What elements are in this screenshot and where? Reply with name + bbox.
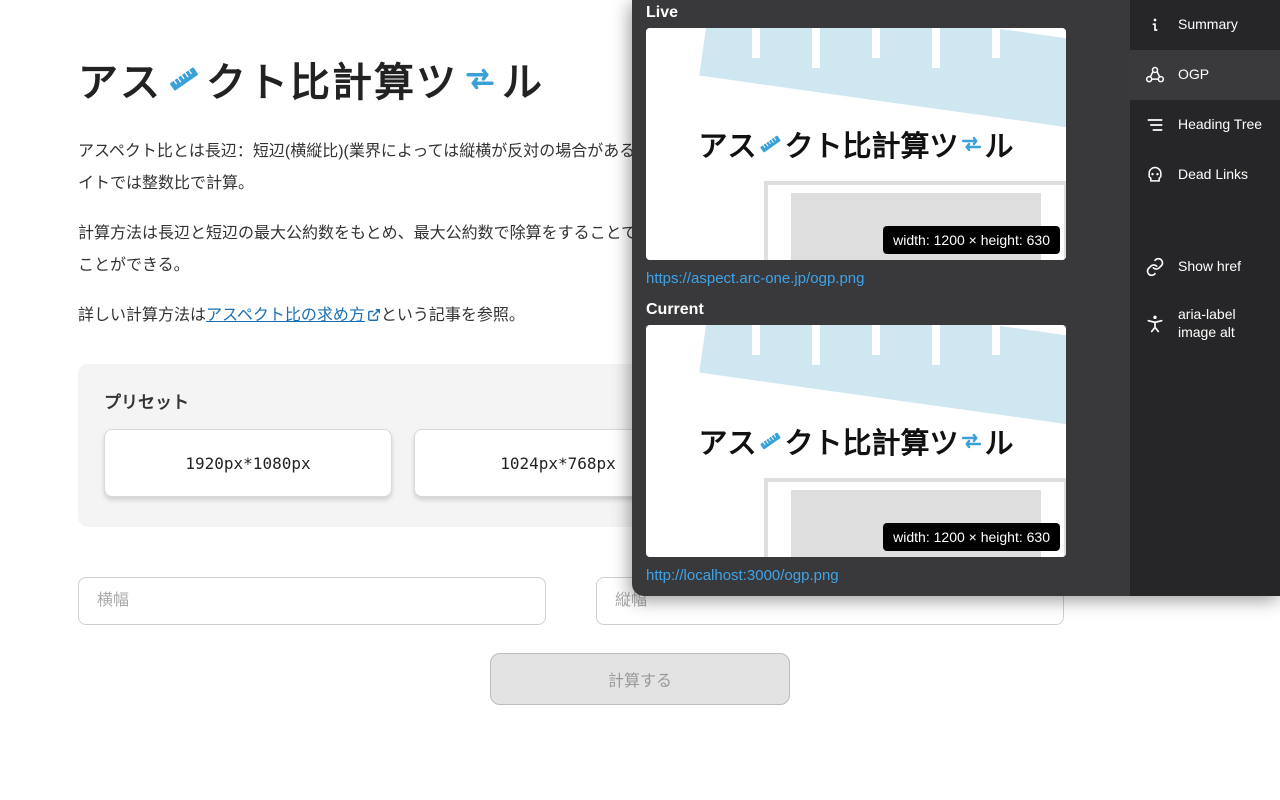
title-part-b: クト比計算ツ bbox=[206, 50, 458, 108]
nav-summary[interactable]: Summary bbox=[1130, 0, 1280, 50]
nav-dead-links[interactable]: Dead Links bbox=[1130, 150, 1280, 200]
calculate-button[interactable]: 計算する bbox=[490, 653, 790, 705]
title-part-c: ル bbox=[502, 50, 544, 108]
live-preview: アス クト比計算ツ ル width: 1200 × height: 630 bbox=[646, 28, 1066, 260]
nav-show-href[interactable]: Show href bbox=[1130, 242, 1280, 292]
ruler-icon bbox=[757, 131, 783, 157]
live-url-link[interactable]: https://aspect.arc-one.jp/ogp.png bbox=[646, 270, 1116, 287]
preset-card-1920x1080[interactable]: 1920px*1080px bbox=[104, 429, 392, 497]
dimensions-badge: width: 1200 × height: 630 bbox=[883, 523, 1060, 551]
howto-link-text: アスペクト比の求め方 bbox=[206, 307, 365, 324]
nav-label: Dead Links bbox=[1178, 166, 1248, 184]
current-url-link[interactable]: http://localhost:3000/ogp.png bbox=[646, 567, 1116, 584]
nav-label: Show href bbox=[1178, 258, 1241, 276]
skull-icon bbox=[1144, 164, 1166, 186]
swap-icon bbox=[960, 132, 984, 156]
ruler-icon bbox=[757, 428, 783, 454]
swap-icon bbox=[960, 429, 984, 453]
info-icon bbox=[1144, 14, 1166, 36]
inspector-overlay: Live bbox=[632, 0, 1280, 596]
howto-link[interactable]: アスペクト比の求め方 bbox=[206, 307, 381, 324]
dimensions-badge: width: 1200 × height: 630 bbox=[883, 226, 1060, 254]
description-3-suffix: という記事を参照。 bbox=[381, 307, 525, 324]
p-a: アス bbox=[698, 123, 756, 165]
p-c: ル bbox=[985, 123, 1014, 165]
nav-label: Summary bbox=[1178, 16, 1238, 34]
p-a: アス bbox=[698, 420, 756, 462]
preset-label: 1024px*768px bbox=[500, 454, 616, 473]
p-b: クト比計算ツ bbox=[784, 123, 958, 165]
nav-label: Heading Tree bbox=[1178, 116, 1262, 134]
accessibility-icon bbox=[1144, 313, 1166, 335]
preview-title: アス クト比計算ツ ル bbox=[698, 420, 1013, 462]
nav-ogp[interactable]: OGP bbox=[1130, 50, 1280, 100]
nav-label: aria-label image alt bbox=[1178, 306, 1236, 341]
current-preview: アス クト比計算ツ ル width: 1200 × height: 630 bbox=[646, 325, 1066, 557]
current-label: Current bbox=[646, 301, 1116, 319]
preset-label: 1920px*1080px bbox=[185, 454, 310, 473]
nav-aria-label[interactable]: aria-label image alt bbox=[1130, 292, 1280, 355]
link-icon bbox=[1144, 256, 1166, 278]
swap-icon bbox=[460, 59, 500, 99]
inspector-side-nav: Summary OGP Heading Tree Dead Links S bbox=[1130, 0, 1280, 596]
description-3-prefix: 詳しい計算方法は bbox=[78, 307, 206, 324]
p-b: クト比計算ツ bbox=[784, 420, 958, 462]
live-label: Live bbox=[646, 4, 1116, 22]
nav-heading-tree[interactable]: Heading Tree bbox=[1130, 100, 1280, 150]
p-c: ル bbox=[985, 420, 1014, 462]
ogp-icon bbox=[1144, 64, 1166, 86]
nav-label: OGP bbox=[1178, 66, 1209, 84]
ruler-icon bbox=[164, 59, 204, 99]
external-link-icon bbox=[367, 308, 381, 322]
list-icon bbox=[1144, 114, 1166, 136]
preview-title: アス クト比計算ツ ル bbox=[698, 123, 1013, 165]
width-input[interactable] bbox=[78, 577, 546, 625]
title-part-a: アス bbox=[78, 50, 162, 108]
